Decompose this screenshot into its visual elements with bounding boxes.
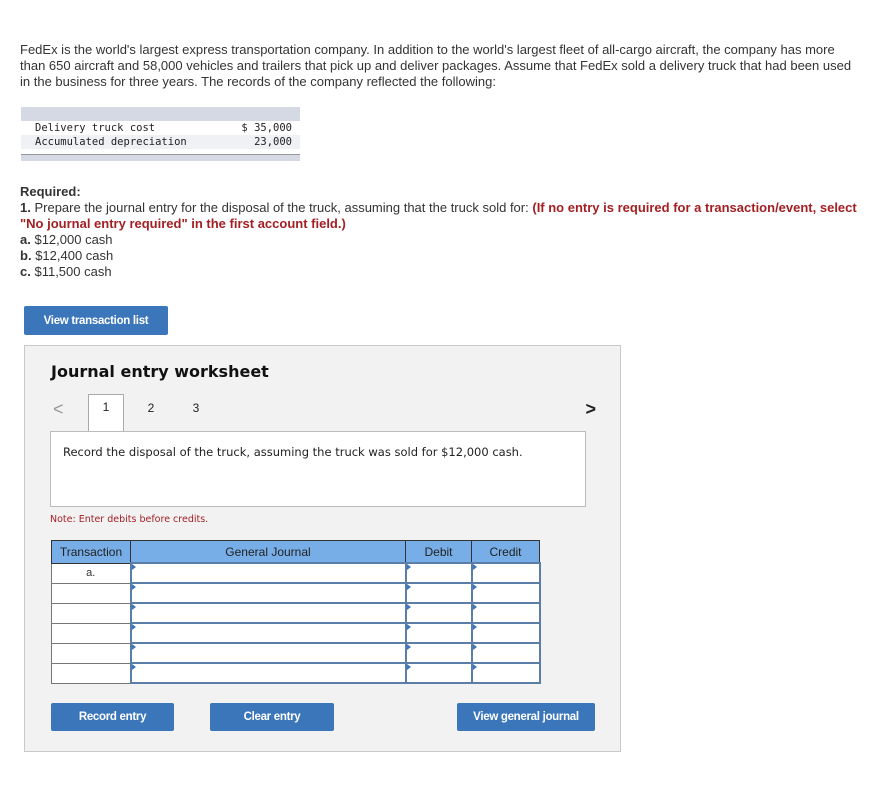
journal-row bbox=[51, 602, 541, 624]
debit-input[interactable] bbox=[404, 582, 473, 604]
option-text: $12,000 cash bbox=[34, 232, 113, 247]
transaction-cell[interactable] bbox=[51, 602, 131, 624]
record-value: $ 35,000 bbox=[241, 122, 292, 134]
journal-row bbox=[51, 622, 541, 644]
chevron-left-icon[interactable]: < bbox=[53, 399, 64, 420]
record-label: Accumulated depreciation bbox=[35, 136, 187, 148]
record-entry-button[interactable]: Record entry bbox=[51, 703, 174, 731]
account-input[interactable] bbox=[129, 622, 407, 644]
transaction-cell[interactable] bbox=[51, 662, 131, 684]
required-item-text: Prepare the journal entry for the dispos… bbox=[34, 200, 529, 215]
record-value: 23,000 bbox=[254, 136, 292, 148]
transaction-cell[interactable] bbox=[51, 582, 131, 604]
credit-input[interactable] bbox=[470, 642, 541, 664]
required-section: Required: 1. Prepare the journal entry f… bbox=[20, 184, 860, 280]
option-a: a. $12,000 cash bbox=[20, 232, 860, 248]
tab-3[interactable]: 3 bbox=[178, 396, 214, 432]
account-input[interactable] bbox=[129, 602, 407, 624]
view-general-journal-button[interactable]: View general journal bbox=[457, 703, 595, 731]
clear-entry-button[interactable]: Clear entry bbox=[210, 703, 334, 731]
required-heading: Required: bbox=[20, 184, 81, 199]
journal-row bbox=[51, 662, 541, 684]
view-transaction-list-button[interactable]: View transaction list bbox=[24, 306, 168, 335]
records-header bbox=[21, 107, 300, 121]
tab-1[interactable]: 1 bbox=[88, 394, 124, 432]
col-credit: Credit bbox=[471, 540, 540, 564]
option-letter: b. bbox=[20, 248, 32, 263]
worksheet-instruction: Record the disposal of the truck, assumi… bbox=[50, 431, 586, 507]
transaction-cell[interactable] bbox=[51, 642, 131, 664]
option-letter: c. bbox=[20, 264, 31, 279]
problem-intro: FedEx is the world's largest express tra… bbox=[20, 42, 852, 89]
journal-row: a. bbox=[51, 562, 541, 584]
account-input[interactable] bbox=[129, 562, 407, 584]
records-footer bbox=[21, 154, 300, 161]
option-text: $12,400 cash bbox=[35, 248, 114, 263]
credit-input[interactable] bbox=[470, 562, 541, 584]
journal-header-row: Transaction General Journal Debit Credit bbox=[51, 540, 540, 564]
debit-input[interactable] bbox=[404, 622, 473, 644]
option-text: $11,500 cash bbox=[34, 264, 112, 279]
tab-2[interactable]: 2 bbox=[133, 396, 169, 432]
worksheet-note: Note: Enter debits before credits. bbox=[50, 514, 209, 525]
required-item: 1. Prepare the journal entry for the dis… bbox=[20, 200, 860, 232]
transaction-cell[interactable]: a. bbox=[51, 562, 131, 584]
account-input[interactable] bbox=[129, 582, 407, 604]
credit-input[interactable] bbox=[470, 662, 541, 684]
records-row: Delivery truck cost $ 35,000 bbox=[21, 121, 300, 135]
credit-input[interactable] bbox=[470, 622, 541, 644]
col-general-journal: General Journal bbox=[130, 540, 406, 564]
journal-row bbox=[51, 582, 541, 604]
credit-input[interactable] bbox=[470, 582, 541, 604]
debit-input[interactable] bbox=[404, 642, 473, 664]
debit-input[interactable] bbox=[404, 602, 473, 624]
option-c: c. $11,500 cash bbox=[20, 264, 860, 280]
debit-input[interactable] bbox=[404, 662, 473, 684]
worksheet-tabs: < 1 2 3 > bbox=[25, 394, 620, 432]
transaction-cell[interactable] bbox=[51, 622, 131, 644]
account-input[interactable] bbox=[129, 642, 407, 664]
chevron-right-icon[interactable]: > bbox=[585, 399, 596, 420]
journal-table: Transaction General Journal Debit Credit… bbox=[51, 540, 541, 684]
required-item-number: 1. bbox=[20, 200, 31, 215]
journal-row bbox=[51, 642, 541, 664]
option-letter: a. bbox=[20, 232, 31, 247]
credit-input[interactable] bbox=[470, 602, 541, 624]
worksheet-title: Journal entry worksheet bbox=[51, 362, 269, 381]
option-b: b. $12,400 cash bbox=[20, 248, 860, 264]
col-debit: Debit bbox=[405, 540, 472, 564]
records-row: Accumulated depreciation 23,000 bbox=[21, 135, 300, 149]
journal-entry-worksheet: Journal entry worksheet < 1 2 3 > Record… bbox=[24, 345, 621, 752]
records-table: Delivery truck cost $ 35,000 Accumulated… bbox=[21, 107, 300, 161]
account-input[interactable] bbox=[129, 662, 407, 684]
record-label: Delivery truck cost bbox=[35, 122, 156, 134]
debit-input[interactable] bbox=[404, 562, 473, 584]
col-transaction: Transaction bbox=[51, 540, 131, 564]
